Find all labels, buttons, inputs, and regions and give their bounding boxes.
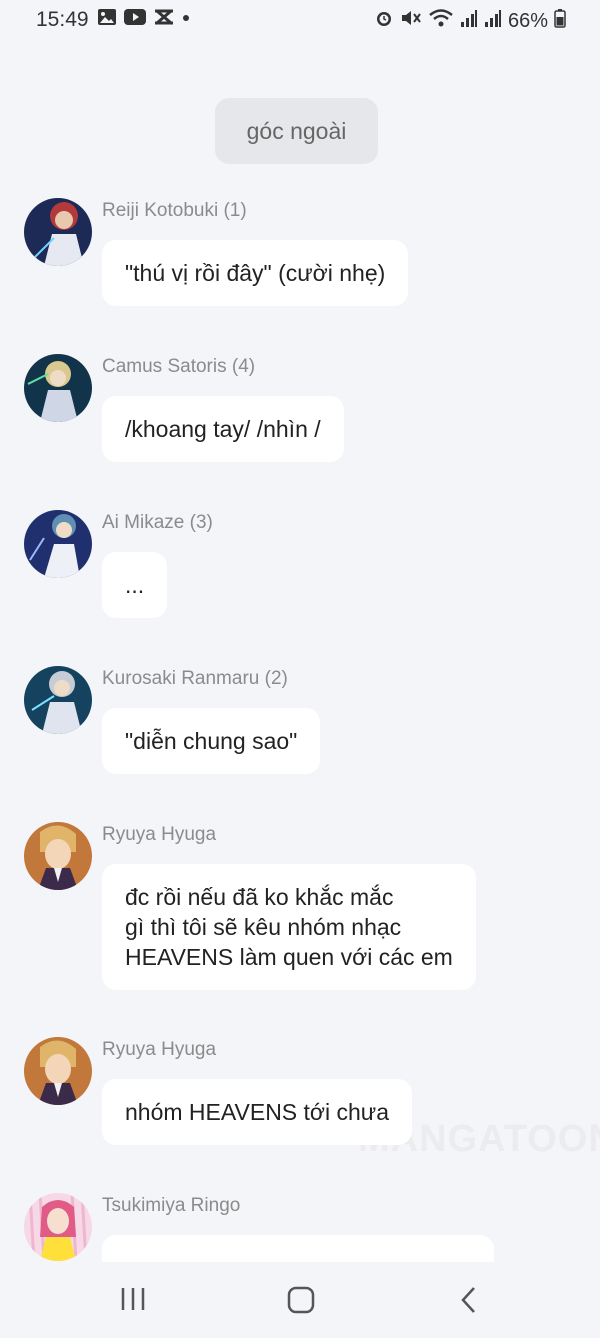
sender-name: Kurosaki Ranmaru (2) (102, 668, 288, 689)
capcut-icon (153, 8, 175, 31)
signal-icon (484, 8, 502, 34)
message-bubble[interactable]: đc rồi nếu đã ko khắc mắc gì thì tôi sẽ … (102, 864, 476, 990)
sender-name: Tsukimiya Ringo (102, 1195, 241, 1216)
sender-name: Reiji Kotobuki (1) (102, 200, 247, 221)
alarm-icon (374, 8, 394, 34)
scene-label: góc ngoài (215, 98, 378, 164)
signal-icon (460, 8, 478, 34)
message-bubble[interactable]: nhóm HEAVENS tới chưa (102, 1079, 412, 1145)
recent-apps-icon[interactable] (120, 1286, 146, 1317)
sender-name: Ryuya Hyuga (102, 1039, 217, 1060)
avatar[interactable] (24, 354, 92, 422)
message-bubble[interactable]: ... (102, 552, 168, 618)
mute-icon (400, 8, 422, 34)
avatar[interactable] (24, 1193, 92, 1261)
avatar[interactable] (24, 822, 92, 890)
dot-icon (181, 8, 191, 31)
status-bar: 15:49 66% (0, 0, 600, 40)
avatar[interactable] (24, 198, 92, 266)
battery-percent: 66% (507, 9, 548, 32)
avatar[interactable] (24, 666, 92, 734)
notification-icons (97, 8, 191, 31)
home-icon[interactable] (287, 1286, 315, 1319)
sender-name: Camus Satoris (4) (102, 356, 256, 377)
youtube-icon (123, 8, 147, 31)
message-bubble[interactable]: "thú vị rồi đây" (cười nhẹ) (102, 240, 409, 306)
system-status: 66% (374, 8, 566, 34)
battery-icon (554, 8, 566, 34)
message-bubble[interactable]: /khoang tay/ /nhìn / (102, 396, 344, 462)
navigation-bar (0, 1262, 600, 1338)
back-icon[interactable] (458, 1286, 480, 1319)
wifi-icon (428, 8, 454, 34)
gallery-icon (97, 8, 117, 31)
avatar[interactable] (24, 510, 92, 578)
sender-name: Ai Mikaze (3) (102, 512, 213, 533)
sender-name: Ryuya Hyuga (102, 824, 217, 845)
avatar[interactable] (24, 1037, 92, 1105)
status-time: 15:49 (36, 8, 89, 31)
message-bubble[interactable]: "diễn chung sao" (102, 708, 321, 774)
